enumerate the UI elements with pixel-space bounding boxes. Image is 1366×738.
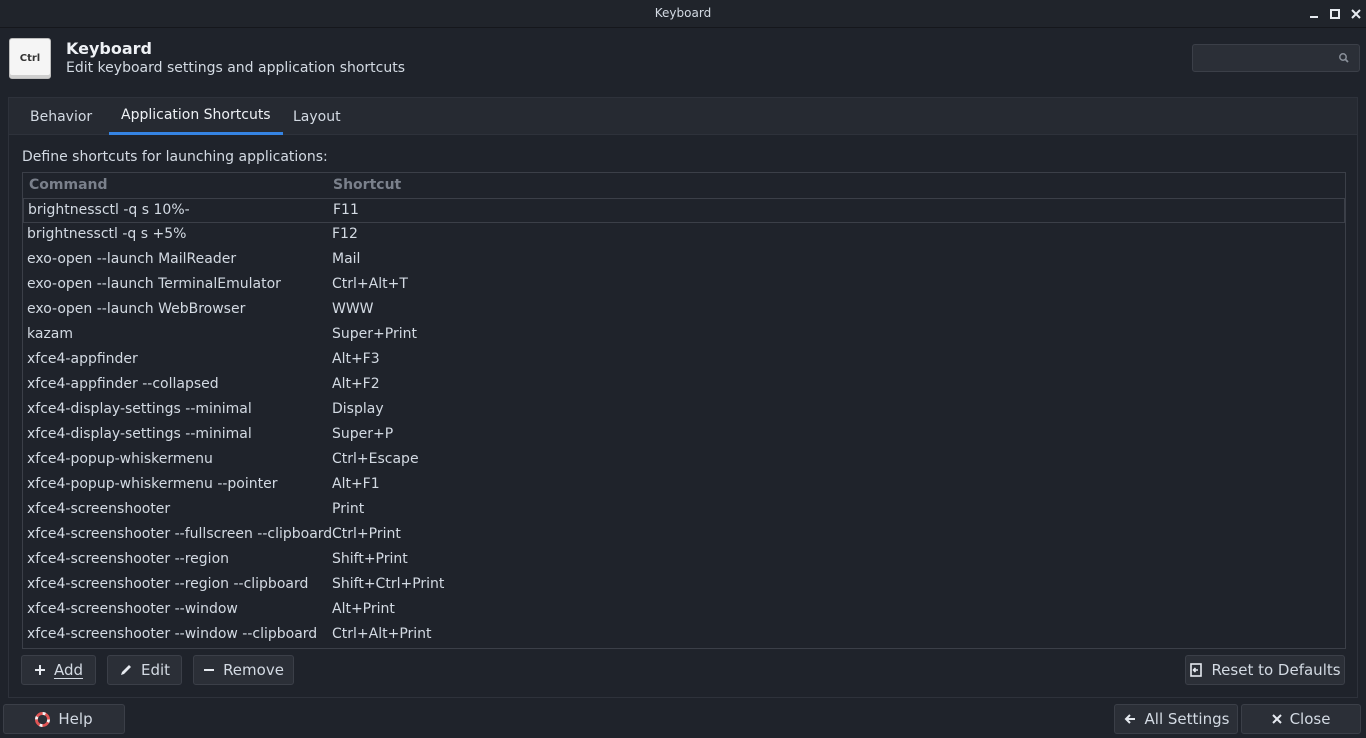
table-row[interactable]: xfce4-popup-whiskermenu Ctrl+Escape bbox=[23, 448, 1345, 473]
command-cell: xfce4-popup-whiskermenu bbox=[27, 451, 213, 467]
close-icon[interactable] bbox=[1348, 6, 1364, 22]
command-cell: xfce4-screenshooter --window --clipboard bbox=[27, 626, 318, 642]
command-cell: xfce4-screenshooter bbox=[27, 501, 171, 517]
command-cell: xfce4-display-settings --minimal bbox=[27, 426, 252, 442]
table-row[interactable]: xfce4-screenshooter --region Shift+Print bbox=[23, 548, 1345, 573]
minus-icon bbox=[204, 669, 215, 671]
table-row[interactable]: xfce4-screenshooter Print bbox=[23, 498, 1345, 523]
maximize-icon[interactable] bbox=[1327, 6, 1343, 22]
table-row[interactable]: kazam Super+Print bbox=[23, 323, 1345, 348]
search-input[interactable] bbox=[1192, 44, 1360, 72]
shortcut-cell: Ctrl+Alt+T bbox=[332, 276, 408, 292]
close-button[interactable]: Close bbox=[1241, 704, 1361, 734]
plus-icon bbox=[34, 665, 45, 675]
shortcuts-description: Define shortcuts for launching applicati… bbox=[22, 149, 328, 165]
minimize-icon[interactable] bbox=[1306, 6, 1322, 22]
table-row[interactable]: xfce4-appfinder --collapsed Alt+F2 bbox=[23, 373, 1345, 398]
command-cell: xfce4-appfinder --collapsed bbox=[27, 376, 219, 392]
table-row[interactable]: exo-open --launch MailReader Mail bbox=[23, 248, 1345, 273]
help-button-label: Help bbox=[58, 710, 93, 728]
command-cell: brightnessctl -q s +5% bbox=[27, 226, 187, 242]
table-row[interactable]: xfce4-display-settings --minimal Display bbox=[23, 398, 1345, 423]
window-titlebar[interactable]: Keyboard bbox=[0, 0, 1366, 28]
close-x-icon bbox=[1271, 714, 1282, 724]
table-row[interactable]: xfce4-screenshooter --window --clipboard… bbox=[23, 623, 1345, 648]
edit-button[interactable]: Edit bbox=[107, 655, 182, 685]
shortcut-cell: Shift+Print bbox=[332, 551, 408, 567]
add-button-label: Add bbox=[53, 661, 84, 679]
shortcut-cell: Display bbox=[332, 401, 384, 417]
shortcut-cell: Print bbox=[332, 501, 365, 517]
add-button[interactable]: Add bbox=[21, 655, 96, 685]
settings-notebook: Behavior Application Shortcuts Layout De… bbox=[8, 97, 1358, 698]
table-row[interactable]: xfce4-appfinder Alt+F3 bbox=[23, 348, 1345, 373]
revert-icon bbox=[1190, 663, 1203, 677]
tab-application-shortcuts[interactable]: Application Shortcuts bbox=[109, 98, 283, 135]
table-row[interactable]: exo-open --launch TerminalEmulator Ctrl+A… bbox=[23, 273, 1345, 298]
command-cell: xfce4-appfinder bbox=[27, 351, 138, 367]
table-row[interactable]: xfce4-screenshooter --region --clipboard… bbox=[23, 573, 1345, 598]
command-cell: kazam bbox=[27, 326, 74, 342]
table-row[interactable]: xfce4-display-settings --minimal Super+P bbox=[23, 423, 1345, 448]
shortcut-cell: Alt+F2 bbox=[332, 376, 380, 392]
remove-button-label: Remove bbox=[223, 661, 284, 679]
shortcuts-table[interactable]: Command Shortcut brightnessctl -q s 10%-… bbox=[22, 172, 1346, 649]
pencil-icon bbox=[120, 665, 131, 675]
edit-button-label: Edit bbox=[140, 661, 171, 679]
tab-layout[interactable]: Layout bbox=[281, 98, 353, 135]
page-title: Keyboard bbox=[66, 39, 152, 58]
shortcut-cell: Ctrl+Alt+Print bbox=[332, 626, 432, 642]
table-row[interactable]: xfce4-popup-whiskermenu --pointer Alt+F1 bbox=[23, 473, 1345, 498]
search-icon bbox=[1337, 51, 1351, 65]
keyboard-ctrl-icon: Ctrl bbox=[9, 38, 51, 79]
command-cell: xfce4-screenshooter --region bbox=[27, 551, 230, 567]
close-button-label: Close bbox=[1289, 710, 1331, 728]
help-button[interactable]: Help bbox=[3, 704, 125, 734]
shortcut-cell: F11 bbox=[333, 202, 359, 218]
shortcut-cell: Super+Print bbox=[332, 326, 417, 342]
tab-bar: Behavior Application Shortcuts Layout bbox=[9, 98, 1357, 135]
shortcut-cell: Ctrl+Print bbox=[332, 526, 401, 542]
remove-button[interactable]: Remove bbox=[193, 655, 294, 685]
command-cell: xfce4-screenshooter --region --clipboard bbox=[27, 576, 309, 592]
all-settings-button[interactable]: All Settings bbox=[1114, 704, 1238, 734]
table-row[interactable]: exo-open --launch WebBrowser WWW bbox=[23, 298, 1345, 323]
reset-button-label: Reset to Defaults bbox=[1211, 661, 1341, 679]
shortcut-cell: WWW bbox=[332, 301, 374, 317]
column-header-command[interactable]: Command bbox=[29, 177, 108, 193]
command-cell: exo-open --launch WebBrowser bbox=[27, 301, 246, 317]
table-row[interactable]: xfce4-screenshooter --window Alt+Print bbox=[23, 598, 1345, 623]
shortcut-cell: Mail bbox=[332, 251, 361, 267]
dialog-header: Ctrl Keyboard Edit keyboard settings and… bbox=[0, 29, 1366, 89]
arrow-left-icon bbox=[1124, 714, 1135, 724]
all-settings-label: All Settings bbox=[1144, 710, 1230, 728]
table-row[interactable]: xfce4-screenshooter --fullscreen --clipb… bbox=[23, 523, 1345, 548]
table-row[interactable]: brightnessctl -q s +5% F12 bbox=[23, 223, 1345, 248]
table-row[interactable]: brightnessctl -q s 10%- F11 bbox=[23, 198, 1345, 223]
shortcut-cell: Shift+Ctrl+Print bbox=[332, 576, 445, 592]
command-cell: brightnessctl -q s 10%- bbox=[28, 202, 190, 218]
command-cell: xfce4-screenshooter --fullscreen --clipb… bbox=[27, 526, 333, 542]
command-cell: exo-open --launch MailReader bbox=[27, 251, 237, 267]
tab-behavior[interactable]: Behavior bbox=[18, 98, 104, 135]
command-cell: xfce4-popup-whiskermenu --pointer bbox=[27, 476, 278, 492]
help-lifebuoy-icon bbox=[35, 711, 51, 727]
shortcut-cell: F12 bbox=[332, 226, 358, 242]
page-subtitle: Edit keyboard settings and application s… bbox=[66, 60, 406, 76]
shortcut-cell: Ctrl+Escape bbox=[332, 451, 419, 467]
shortcut-cell: Super+P bbox=[332, 426, 394, 442]
shortcut-cell: Alt+Print bbox=[332, 601, 395, 617]
column-header-shortcut[interactable]: Shortcut bbox=[333, 177, 401, 193]
command-cell: exo-open --launch TerminalEmulator bbox=[27, 276, 281, 292]
shortcut-cell: Alt+F1 bbox=[332, 476, 380, 492]
reset-to-defaults-button[interactable]: Reset to Defaults bbox=[1185, 655, 1345, 685]
window-title: Keyboard bbox=[654, 6, 712, 20]
command-cell: xfce4-screenshooter --window bbox=[27, 601, 238, 617]
command-cell: xfce4-display-settings --minimal bbox=[27, 401, 252, 417]
shortcut-cell: Alt+F3 bbox=[332, 351, 380, 367]
